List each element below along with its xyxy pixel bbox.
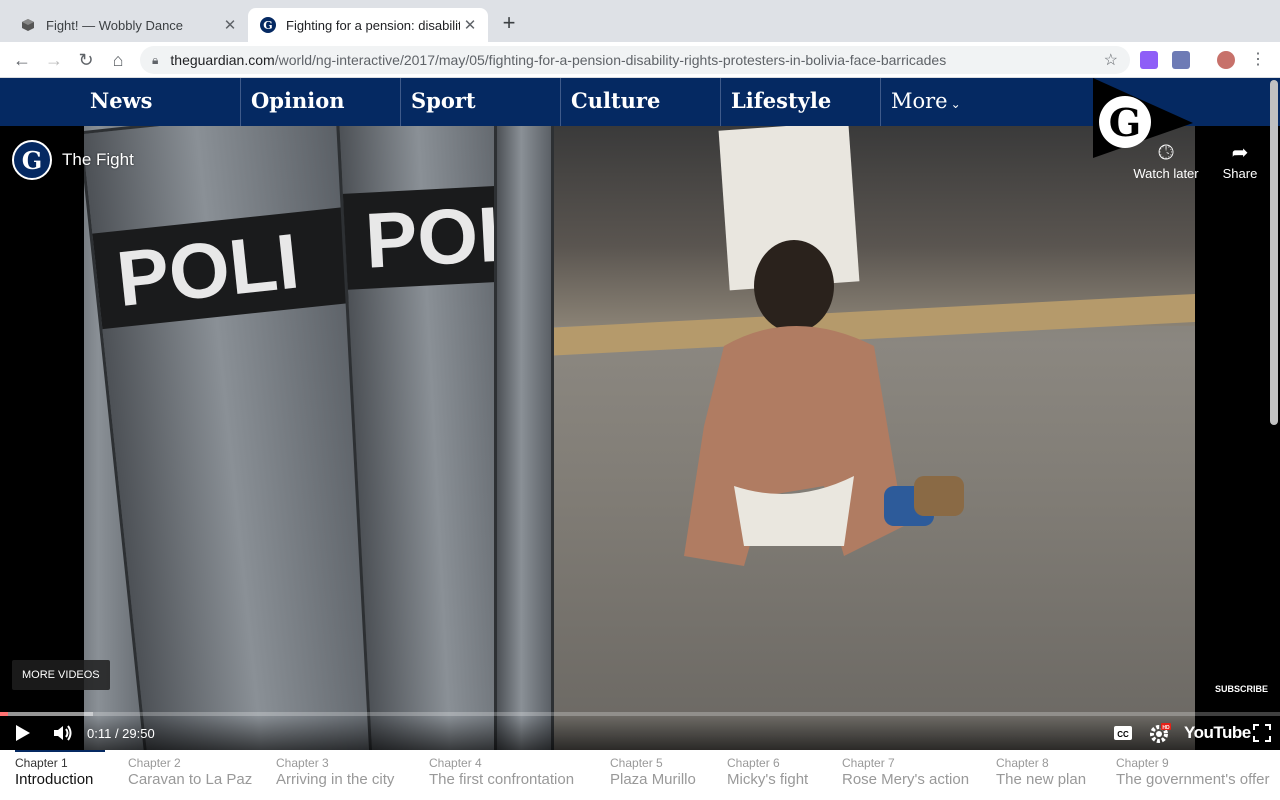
url-host: theguardian.com <box>170 52 275 68</box>
cube-favicon-icon <box>20 17 36 33</box>
protester-figure <box>684 240 964 566</box>
video-player[interactable]: POLI POLI G The Fight 🕓︎ Watch later ➦ S… <box>0 126 1280 750</box>
chapter-6[interactable]: Chapter 6 Micky's fight <box>727 756 808 788</box>
browser-tab-wobbly-dance[interactable]: Fight! — Wobbly Dance ✕ <box>8 8 248 42</box>
tab-title: Fighting for a pension: disabilit <box>286 17 460 33</box>
chevron-down-icon: ⌄ <box>950 97 961 111</box>
shield-label: POLI <box>92 207 356 330</box>
fullscreen-button[interactable] <box>1253 720 1271 746</box>
nav-more-label: More <box>891 89 948 113</box>
back-arrow-icon[interactable]: ← <box>10 48 34 72</box>
browser-tabstrip: Fight! — Wobbly Dance ✕ G Fighting for a… <box>0 0 1280 42</box>
subscribe-button[interactable]: SUBSCRIBE <box>1215 684 1268 694</box>
home-icon[interactable]: ⌂ <box>106 48 130 72</box>
extension-purple-icon[interactable] <box>1140 51 1158 69</box>
guardian-favicon-icon: G <box>260 17 276 33</box>
share-button[interactable]: ➦ Share <box>1200 140 1280 181</box>
nav-more[interactable]: More ⌄ <box>880 78 961 126</box>
chapter-number: Chapter 8 <box>996 756 1049 770</box>
chapter-3[interactable]: Chapter 3 Arriving in the city <box>276 756 394 788</box>
chapter-name: The first confrontation <box>429 771 575 788</box>
chapter-number: Chapter 9 <box>1116 756 1169 770</box>
nav-sport[interactable]: Sport <box>400 78 476 126</box>
nav-opinion[interactable]: Opinion <box>240 78 344 126</box>
chapter-name: The new plan <box>996 771 1087 788</box>
chapter-name: Rose Mery's action <box>842 771 970 788</box>
captions-button[interactable]: CC <box>1113 720 1133 746</box>
svg-text:HD: HD <box>1162 725 1170 731</box>
svg-text:G: G <box>1109 100 1141 145</box>
address-bar[interactable]: 🔒︎ theguardian.com/world/ng-interactive/… <box>140 46 1130 74</box>
more-videos-button[interactable]: MORE VIDEOS <box>12 660 110 690</box>
browser-tab-guardian[interactable]: G Fighting for a pension: disabilit ✕ <box>248 8 488 42</box>
guardian-logo[interactable]: G <box>1093 78 1193 158</box>
volume-icon <box>54 725 72 741</box>
menu-dots-icon[interactable]: ⋮ <box>1249 51 1267 69</box>
close-tab-icon[interactable]: ✕ <box>460 16 480 34</box>
pdf-extension-icon[interactable] <box>1172 51 1190 69</box>
page-scrollbar[interactable] <box>1270 80 1278 425</box>
chapter-number: Chapter 3 <box>276 756 329 770</box>
chapter-7[interactable]: Chapter 7 Rose Mery's action <box>842 756 969 788</box>
gear-icon: HD <box>1150 723 1171 743</box>
share-arrow-icon: ➦ <box>1231 142 1249 164</box>
watch-later-label: Watch later <box>1133 166 1199 181</box>
chapter-number: Chapter 7 <box>842 756 895 770</box>
chapter-name: Plaza Murillo <box>610 771 696 788</box>
close-tab-icon[interactable]: ✕ <box>220 16 240 34</box>
chapter-number: Chapter 4 <box>429 756 482 770</box>
profile-avatar[interactable] <box>1217 51 1235 69</box>
chapter-number: Chapter 6 <box>727 756 780 770</box>
reload-icon[interactable]: ↻ <box>74 48 98 72</box>
police-shield <box>494 126 554 750</box>
bookmark-star-icon[interactable]: ☆ <box>1104 50 1118 70</box>
youtube-logo[interactable]: YouTube <box>1184 720 1251 746</box>
settings-button[interactable]: HD <box>1149 720 1171 746</box>
nav-news[interactable]: News <box>80 78 152 126</box>
svg-text:G: G <box>263 19 272 32</box>
chapter-name: The government's offer <box>1116 771 1270 788</box>
time-display: 0:11 / 29:50 <box>87 725 155 741</box>
chapter-name: Arriving in the city <box>276 771 395 788</box>
chapter-number: Chapter 1 <box>15 756 68 770</box>
chapter-5[interactable]: Chapter 5 Plaza Murillo <box>610 756 696 788</box>
chapter-nav: Chapter 1 Introduction Chapter 2 Caravan… <box>0 750 1280 800</box>
chapter-number: Chapter 2 <box>128 756 181 770</box>
url-path: /world/ng-interactive/2017/may/05/fighti… <box>274 52 947 68</box>
video-title-bar[interactable]: G The Fight <box>12 140 134 180</box>
nav-culture[interactable]: Culture <box>560 78 660 126</box>
chapter-name: Caravan to La Paz <box>128 771 253 788</box>
svg-text:CC: CC <box>1117 730 1129 739</box>
chapter-2[interactable]: Chapter 2 Caravan to La Paz <box>128 756 252 788</box>
share-label: Share <box>1222 166 1258 181</box>
video-frame: POLI POLI <box>84 126 1195 750</box>
forward-arrow-icon[interactable]: → <box>42 48 66 72</box>
channel-logo[interactable]: G <box>12 140 52 180</box>
tab-title: Fight! — Wobbly Dance <box>46 17 184 33</box>
guardian-nav: News Opinion Sport Culture Lifestyle Mor… <box>0 78 1280 126</box>
video-title[interactable]: The Fight <box>62 150 134 170</box>
chapter-name: Introduction <box>15 771 94 788</box>
chapter-4[interactable]: Chapter 4 The first confrontation <box>429 756 574 788</box>
browser-toolbar: ← → ↻ ⌂ 🔒︎ theguardian.com/world/ng-inte… <box>0 42 1280 78</box>
chapter-name: Micky's fight <box>727 771 809 788</box>
chapter-1[interactable]: Chapter 1 Introduction <box>15 750 106 788</box>
fullscreen-icon <box>1253 724 1271 742</box>
cc-icon: CC <box>1114 726 1132 740</box>
chapter-9[interactable]: Chapter 9 The government's offer <box>1116 756 1270 788</box>
play-button[interactable] <box>12 720 32 746</box>
volume-button[interactable] <box>52 720 74 746</box>
chapter-number: Chapter 5 <box>610 756 663 770</box>
video-controls: 0:11 / 29:50 CC HD YouTube <box>0 716 1280 750</box>
chapter-8[interactable]: Chapter 8 The new plan <box>996 756 1086 788</box>
lock-icon: 🔒︎ <box>152 52 159 67</box>
play-icon <box>16 725 30 741</box>
nav-lifestyle[interactable]: Lifestyle <box>720 78 831 126</box>
new-tab-plus-icon[interactable]: + <box>498 12 520 34</box>
